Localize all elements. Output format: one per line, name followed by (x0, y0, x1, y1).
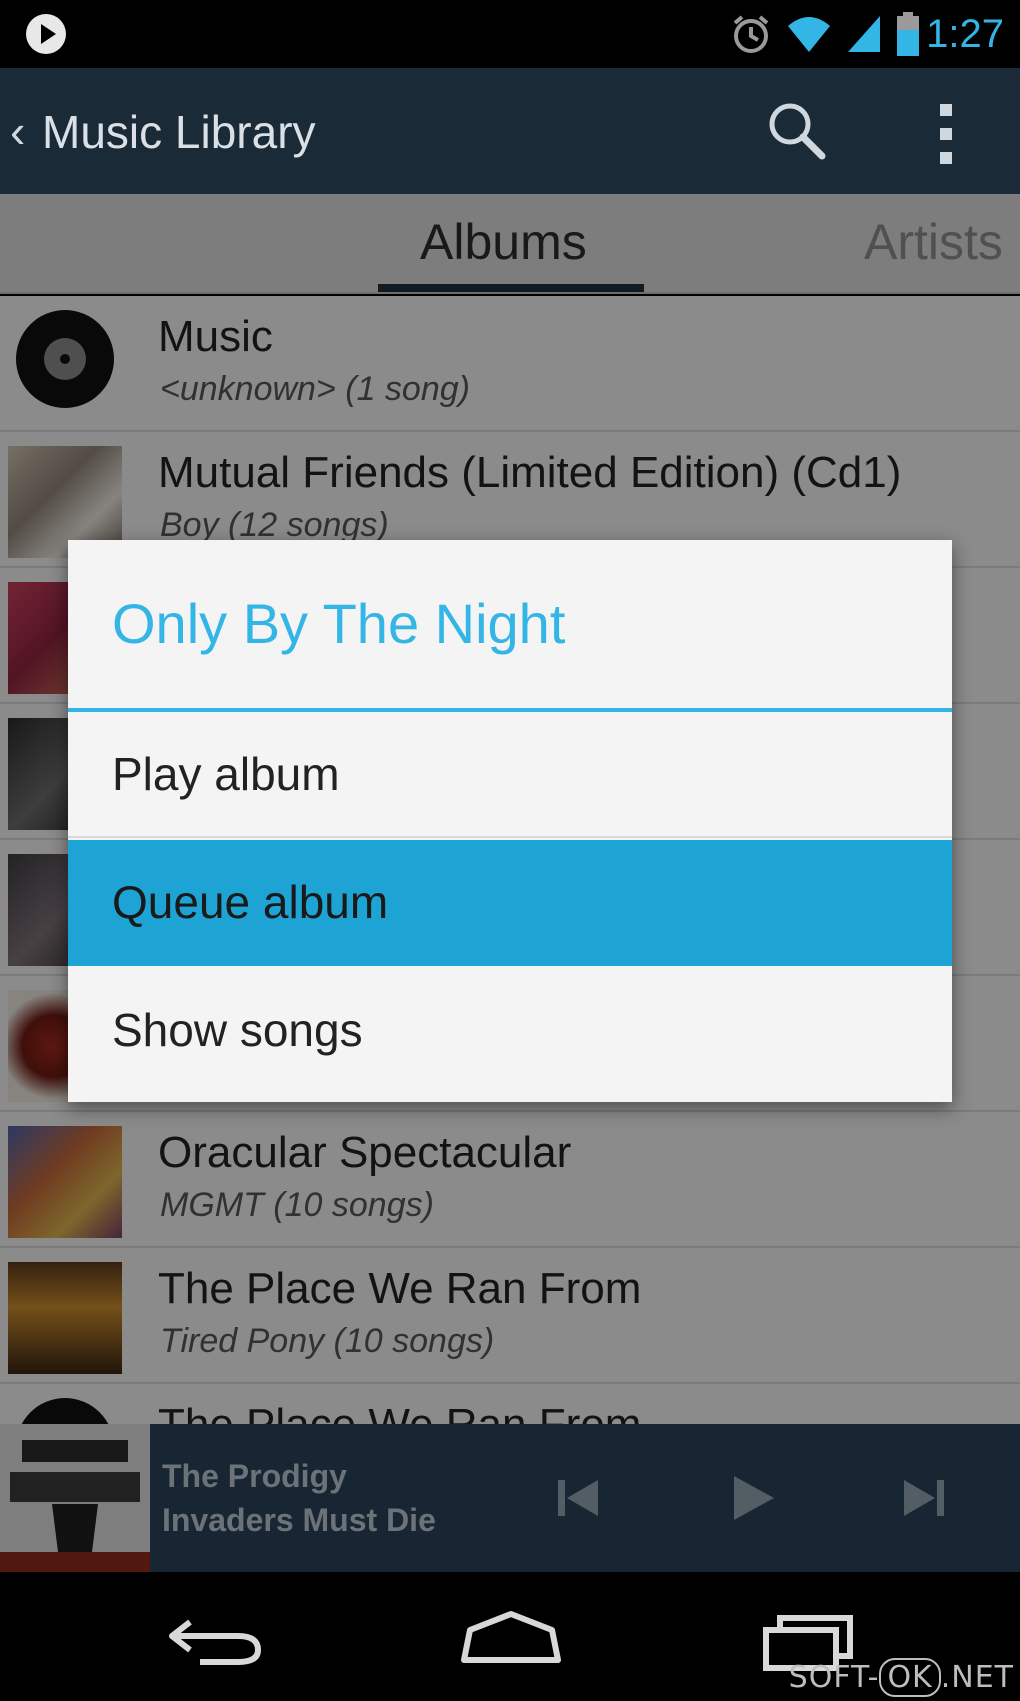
menu-item-show-songs[interactable]: Show songs (68, 968, 952, 1094)
status-bar: 1:27 (0, 0, 1020, 68)
status-icons (730, 10, 920, 58)
menu-item-label: Show songs (112, 1004, 363, 1056)
action-bar: ‹ Music Library (0, 68, 1020, 194)
back-icon[interactable] (160, 1604, 270, 1674)
watermark-boxed: OK (879, 1658, 941, 1697)
overflow-menu-icon[interactable] (936, 104, 956, 164)
back-caret-icon[interactable]: ‹ (10, 106, 25, 156)
menu-item-label: Queue album (112, 876, 389, 928)
alarm-icon (733, 15, 769, 53)
play-notification-icon (26, 14, 66, 54)
home-icon[interactable] (456, 1604, 566, 1674)
watermark-prefix: SOFT- (788, 1660, 880, 1695)
wifi-icon (788, 17, 830, 52)
battery-icon (897, 12, 919, 56)
signal-icon (848, 16, 880, 52)
menu-item-play-album[interactable]: Play album (68, 712, 952, 838)
menu-item-queue-album[interactable]: Queue album (68, 840, 952, 966)
search-icon[interactable] (764, 98, 828, 162)
watermark-suffix: .NET (940, 1660, 1014, 1695)
context-menu-dialog: Only By The Night Play album Queue album… (68, 540, 952, 1102)
app-title[interactable]: Music Library (42, 104, 316, 160)
menu-item-label: Play album (112, 748, 340, 800)
clock-time: 1:27 (926, 12, 1004, 56)
system-nav-bar: SOFT- OK .NET (0, 1572, 1020, 1701)
watermark: SOFT- OK .NET (788, 1658, 1014, 1697)
dialog-title: Only By The Night (112, 592, 566, 655)
